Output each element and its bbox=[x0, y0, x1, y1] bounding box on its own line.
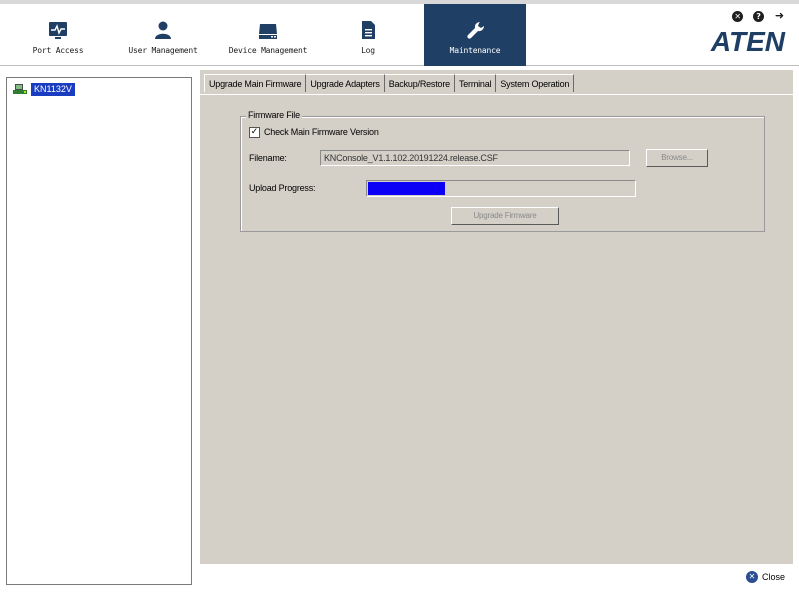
kvm-device-icon bbox=[13, 84, 27, 94]
log-document-icon bbox=[362, 21, 375, 39]
wrench-icon bbox=[467, 21, 485, 39]
maintenance-panel: Upgrade Main Firmware Upgrade Adapters Bac… bbox=[200, 70, 793, 564]
nav-maintenance-label: Maintenance bbox=[449, 46, 501, 55]
tab-backup-restore[interactable]: Backup/Restore bbox=[384, 74, 455, 92]
firmware-file-group-title: Firmware File bbox=[246, 110, 302, 120]
splitter[interactable] bbox=[192, 70, 200, 592]
nav-device-management[interactable]: Device Management bbox=[220, 8, 316, 66]
nav-port-access-label: Port Access bbox=[32, 46, 84, 55]
close-button[interactable]: ✕ Close bbox=[745, 571, 785, 585]
upload-progress-bar bbox=[366, 180, 636, 197]
upload-progress-label: Upload Progress: bbox=[249, 183, 316, 193]
user-icon bbox=[155, 21, 171, 39]
footer-bar: ✕ Close bbox=[200, 564, 793, 592]
tree-item-label: KN1132V bbox=[31, 83, 75, 96]
tab-bar: Upgrade Main Firmware Upgrade Adapters Bac… bbox=[204, 74, 575, 94]
filename-field[interactable]: KNConsole_V1.1.102.20191224.release.CSF bbox=[320, 150, 630, 166]
browse-button[interactable]: Browse... bbox=[646, 149, 708, 167]
nav-maintenance[interactable]: Maintenance bbox=[424, 4, 526, 66]
upload-progress-fill bbox=[368, 182, 445, 195]
filename-label: Filename: bbox=[249, 153, 287, 163]
top-toolbar: Port Access User Management Device Manag… bbox=[0, 0, 799, 66]
device-icon bbox=[259, 24, 277, 39]
tab-upgrade-main-firmware[interactable]: Upgrade Main Firmware bbox=[204, 74, 307, 92]
app-window: Port Access User Management Device Manag… bbox=[0, 0, 799, 592]
check-firmware-version-label: Check Main Firmware Version bbox=[264, 127, 379, 137]
nav-user-management-label: User Management bbox=[128, 46, 198, 55]
help-icon[interactable]: ? bbox=[753, 11, 765, 22]
tab-terminal[interactable]: Terminal bbox=[454, 74, 497, 92]
close-circle-icon[interactable]: ✕ bbox=[732, 11, 744, 22]
logout-icon[interactable]: ➜ bbox=[774, 10, 785, 21]
nav-log-label: Log bbox=[361, 46, 375, 55]
upgrade-firmware-button[interactable]: Upgrade Firmware bbox=[451, 207, 559, 225]
close-icon: ✕ bbox=[745, 571, 758, 583]
nav-port-access[interactable]: Port Access bbox=[18, 8, 98, 66]
close-label: Close bbox=[761, 572, 785, 582]
nav-log[interactable]: Log bbox=[336, 8, 400, 66]
nav-user-management[interactable]: User Management bbox=[120, 8, 206, 66]
tab-divider bbox=[200, 94, 793, 95]
tab-system-operation[interactable]: System Operation bbox=[496, 74, 575, 92]
aten-logo: ATEN bbox=[710, 26, 785, 57]
port-access-icon bbox=[49, 22, 67, 39]
tab-upgrade-adapters[interactable]: Upgrade Adapters bbox=[306, 74, 385, 92]
check-firmware-version-checkbox[interactable]: ✓ bbox=[249, 127, 260, 138]
window-controls: ✕ ? ➜ bbox=[725, 10, 785, 24]
nav-device-management-label: Device Management bbox=[228, 46, 308, 55]
device-tree: KN1132V bbox=[6, 77, 192, 585]
